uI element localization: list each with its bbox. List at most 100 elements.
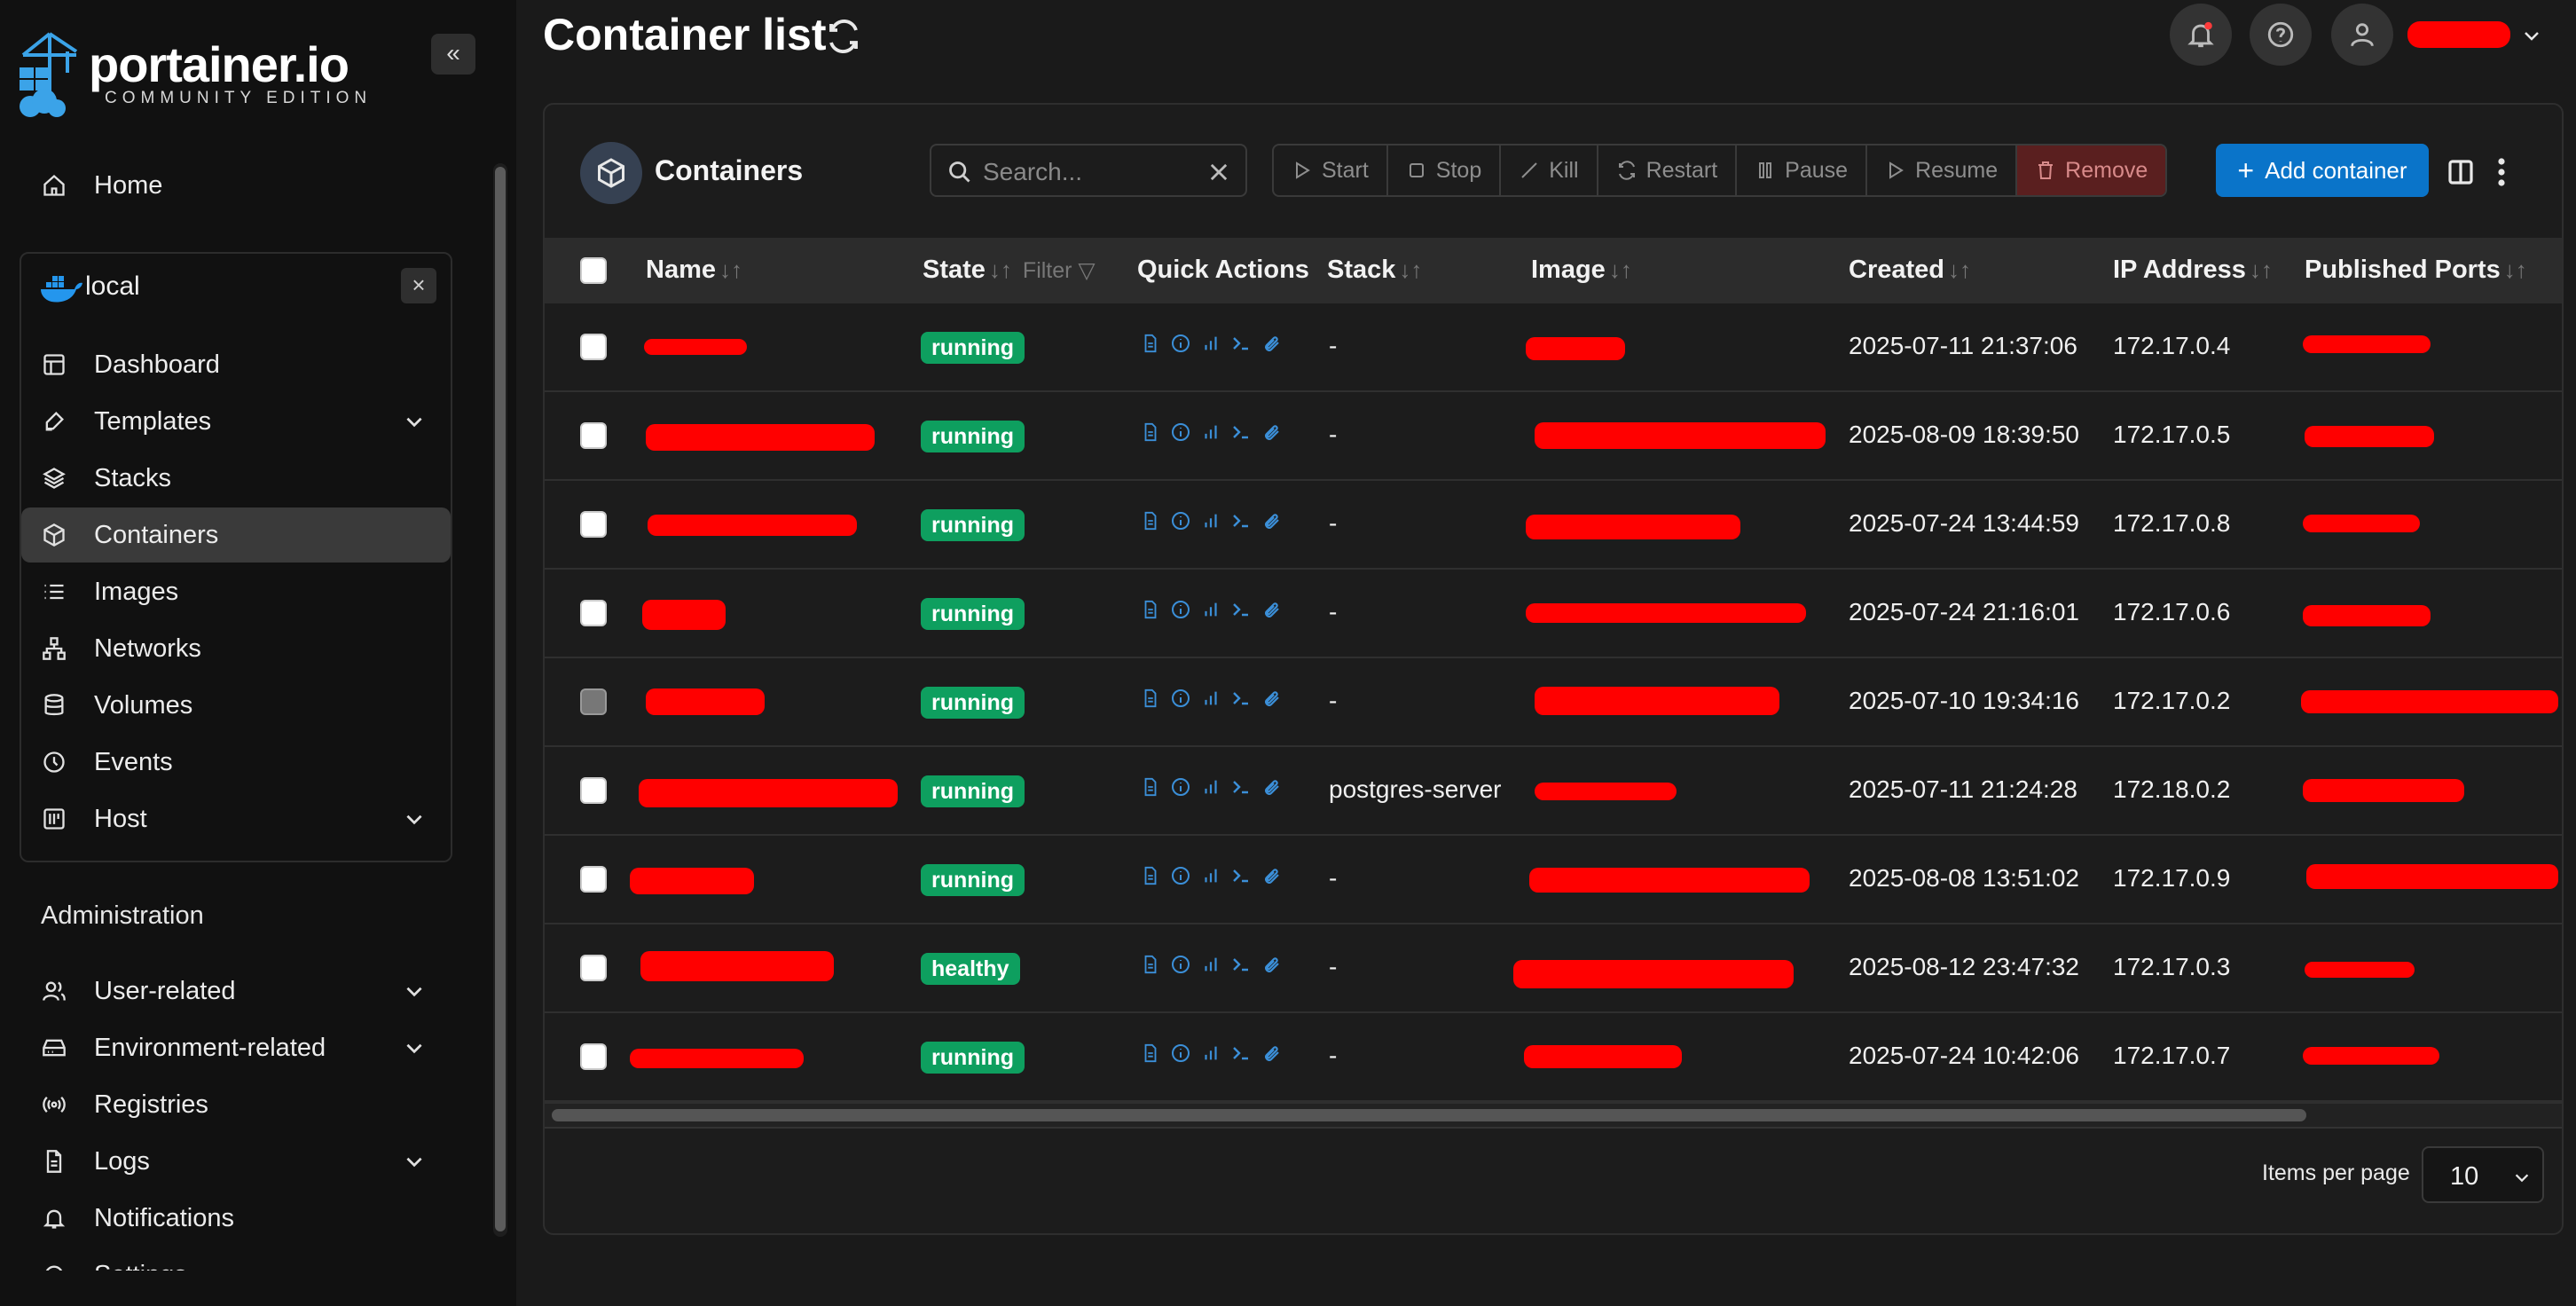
table-row[interactable]: running - 2025-08-09 18:39:50 172.17.0.5 [545,392,2562,481]
sidebar-item-dashboard[interactable]: Dashboard [21,337,451,392]
logs-icon[interactable] [1139,1040,1162,1066]
table-row[interactable]: running - 2025-07-24 21:16:01 172.17.0.6 [545,570,2562,658]
sidebar-item-templates[interactable]: Templates [21,394,451,449]
column-ip[interactable]: IP Address ↓↑ [2113,256,2273,285]
attach-icon[interactable] [1260,507,1283,534]
image-redacted[interactable] [1526,603,1806,623]
column-ports[interactable]: Published Ports ↓↑ [2305,256,2527,285]
search-input[interactable]: Search... [930,144,1247,197]
info-icon[interactable] [1169,419,1192,445]
logs-icon[interactable] [1139,774,1162,800]
stop-button[interactable]: Stop [1388,146,1502,195]
portainer-logo[interactable]: portainer.io COMMUNITY EDITION [18,30,373,119]
name-redacted[interactable] [642,600,726,630]
attach-icon[interactable] [1260,330,1283,357]
info-icon[interactable] [1169,507,1192,534]
row-checkbox[interactable] [580,334,607,360]
chevron-down-icon[interactable] [403,1036,426,1059]
attach-icon[interactable] [1260,774,1283,800]
row-checkbox[interactable] [580,422,607,449]
stats-icon[interactable] [1199,862,1222,889]
stats-icon[interactable] [1199,951,1222,978]
console-icon[interactable] [1229,862,1253,889]
ports-redacted[interactable] [2303,515,2420,532]
row-checkbox[interactable] [580,777,607,804]
sidebar-item-host[interactable]: Host [21,791,451,846]
ports-redacted[interactable] [2303,1047,2439,1065]
pause-button[interactable]: Pause [1737,146,1868,195]
attach-icon[interactable] [1260,685,1283,712]
table-row[interactable]: running - 2025-07-24 10:42:06 172.17.0.7 [545,1013,2562,1102]
sidebar-item-images[interactable]: Images [21,564,451,619]
attach-icon[interactable] [1260,419,1283,445]
image-redacted[interactable] [1535,687,1779,715]
console-icon[interactable] [1229,951,1253,978]
sidebar-item-environment-related[interactable]: Environment-related [21,1020,451,1075]
info-icon[interactable] [1169,862,1192,889]
image-redacted[interactable] [1535,783,1677,800]
ports-redacted[interactable] [2303,779,2464,802]
table-row[interactable]: running - 2025-08-08 13:51:02 172.17.0.9 [545,836,2562,924]
stats-icon[interactable] [1199,507,1222,534]
add-container-button[interactable]: + Add container [2216,144,2429,197]
columns-icon[interactable] [2446,158,2475,186]
select-all-checkbox[interactable] [580,257,607,284]
info-icon[interactable] [1169,685,1192,712]
info-icon[interactable] [1169,330,1192,357]
name-redacted[interactable] [640,951,834,981]
ports-redacted[interactable] [2306,864,2558,889]
notifications-button[interactable] [2170,4,2232,66]
name-redacted[interactable] [646,688,765,715]
column-state[interactable]: State ↓↑ Filter ▽ [923,256,1096,285]
logs-icon[interactable] [1139,862,1162,889]
row-checkbox[interactable] [580,600,607,626]
ports-redacted[interactable] [2305,962,2415,978]
ports-redacted[interactable] [2301,690,2558,713]
info-icon[interactable] [1169,1040,1192,1066]
logs-icon[interactable] [1139,419,1162,445]
row-checkbox[interactable] [580,511,607,538]
stats-icon[interactable] [1199,419,1222,445]
console-icon[interactable] [1229,596,1253,623]
collapse-sidebar-button[interactable]: « [431,34,475,75]
ports-redacted[interactable] [2303,605,2431,626]
chevron-down-icon[interactable] [403,980,426,1003]
stats-icon[interactable] [1199,774,1222,800]
console-icon[interactable] [1229,774,1253,800]
sidebar-item-containers[interactable]: Containers [21,507,451,563]
refresh-icon[interactable] [825,18,862,55]
name-redacted[interactable] [648,515,857,536]
column-stack[interactable]: Stack ↓↑ [1327,256,1422,285]
start-button[interactable]: Start [1274,146,1388,195]
name-redacted[interactable] [639,779,898,807]
image-redacted[interactable] [1529,868,1810,893]
stack-cell[interactable]: postgres-server [1329,775,1502,804]
column-image[interactable]: Image ↓↑ [1531,256,1632,285]
table-row[interactable]: running - 2025-07-11 21:37:06 172.17.0.4 [545,303,2562,392]
sidebar-item-networks[interactable]: Networks [21,621,451,676]
sidebar-item-volumes[interactable]: Volumes [21,678,451,733]
info-icon[interactable] [1169,774,1192,800]
kill-button[interactable]: Kill [1501,146,1598,195]
name-redacted[interactable] [644,339,747,355]
logs-icon[interactable] [1139,596,1162,623]
stats-icon[interactable] [1199,330,1222,357]
console-icon[interactable] [1229,1040,1253,1066]
logs-icon[interactable] [1139,685,1162,712]
info-icon[interactable] [1169,596,1192,623]
row-checkbox[interactable] [580,1043,607,1070]
row-checkbox[interactable] [580,955,607,981]
table-row[interactable]: healthy - 2025-08-12 23:47:32 172.17.0.3 [545,924,2562,1013]
console-icon[interactable] [1229,507,1253,534]
chevron-down-icon[interactable] [2521,25,2542,46]
image-redacted[interactable] [1526,337,1625,360]
console-icon[interactable] [1229,685,1253,712]
sidebar-item-home[interactable]: Home [21,158,451,213]
attach-icon[interactable] [1260,596,1283,623]
ports-redacted[interactable] [2303,335,2431,353]
attach-icon[interactable] [1260,862,1283,889]
username-redacted[interactable] [2407,21,2510,48]
name-redacted[interactable] [630,868,754,894]
attach-icon[interactable] [1260,951,1283,978]
image-redacted[interactable] [1513,960,1794,988]
